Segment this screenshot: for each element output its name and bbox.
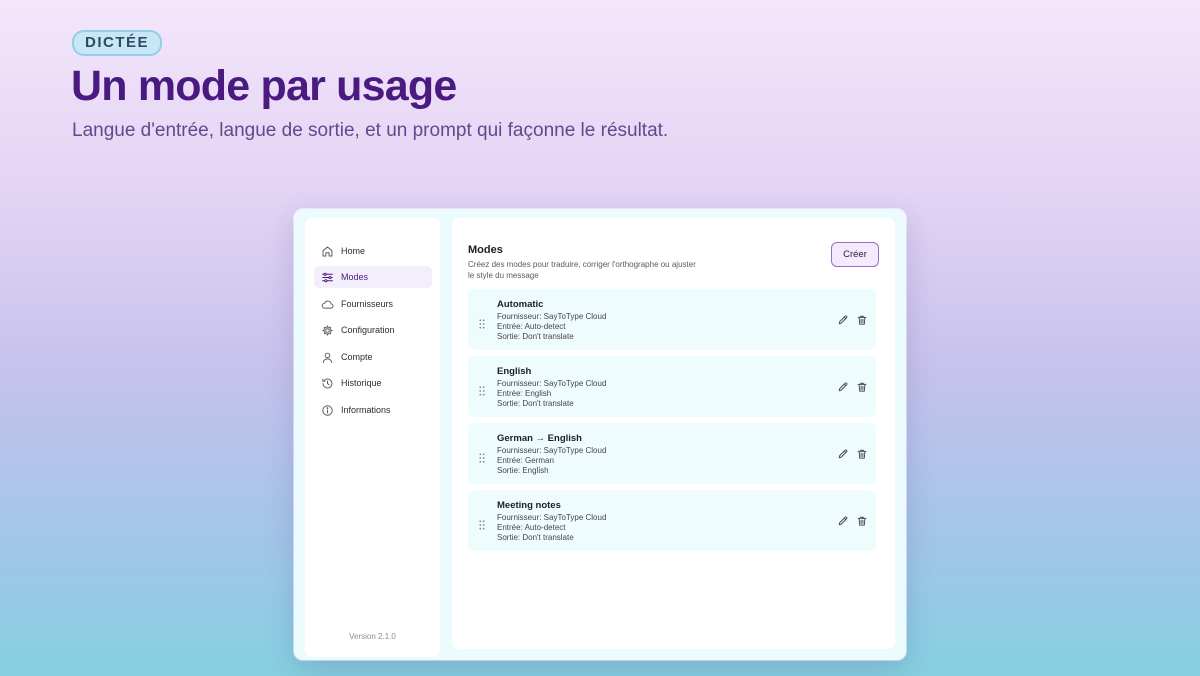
history-icon <box>321 377 334 390</box>
mode-name: Meeting notes <box>497 500 561 511</box>
mode-provider: Fournisseur: SayToType Cloud <box>497 379 607 388</box>
mode-output-language: Sortie: Don't translate <box>497 332 574 341</box>
mode-input-language: Entrée: Auto-detect <box>497 523 566 532</box>
home-icon <box>321 245 334 258</box>
sidebar-item-informations[interactable]: Informations <box>314 399 432 421</box>
info-icon <box>321 404 334 417</box>
mode-input-language: Entrée: English <box>497 389 552 398</box>
mode-card[interactable]: Meeting notes Fournisseur: SayToType Clo… <box>468 490 876 551</box>
sidebar-item-fournisseurs[interactable]: Fournisseurs <box>314 293 432 315</box>
sidebar-item-label: Fournisseurs <box>341 299 394 309</box>
edit-pencil-icon[interactable] <box>837 515 849 527</box>
app-window: Home Modes Fournisseurs Configuration Co <box>294 209 906 660</box>
sidebar-item-label: Configuration <box>341 325 395 335</box>
sidebar-item-label: Modes <box>341 272 369 282</box>
mode-provider: Fournisseur: SayToType Cloud <box>497 446 607 455</box>
edit-pencil-icon[interactable] <box>837 448 849 460</box>
mode-name: Automatic <box>497 299 544 310</box>
sidebar-item-modes[interactable]: Modes <box>314 266 432 288</box>
version-label: Version 2.1.0 <box>349 632 396 641</box>
user-icon <box>321 351 334 364</box>
edit-pencil-icon[interactable] <box>837 314 849 326</box>
mode-card[interactable]: Automatic Fournisseur: SayToType Cloud E… <box>468 289 876 350</box>
create-mode-button[interactable]: Créer <box>831 242 879 267</box>
delete-trash-icon[interactable] <box>856 381 868 393</box>
mode-name: German → English <box>497 433 582 444</box>
sidebar-item-label: Historique <box>341 378 382 388</box>
sidebar: Home Modes Fournisseurs Configuration Co <box>305 218 440 657</box>
gear-icon <box>321 324 334 337</box>
mode-output-language: Sortie: Don't translate <box>497 399 574 408</box>
mode-card[interactable]: German → English Fournisseur: SayToType … <box>468 423 876 484</box>
sliders-icon <box>321 271 334 284</box>
modes-panel: Modes Créez des modes pour traduire, cor… <box>452 218 895 649</box>
page-title: Modes <box>468 244 503 256</box>
edit-pencil-icon[interactable] <box>837 381 849 393</box>
mode-output-language: Sortie: Don't translate <box>497 533 574 542</box>
mode-card[interactable]: English Fournisseur: SayToType Cloud Ent… <box>468 356 876 417</box>
drag-handle-icon[interactable] <box>479 450 485 463</box>
page-description: Créez des modes pour traduire, corriger … <box>468 260 696 280</box>
mode-name: English <box>497 366 532 377</box>
section-badge: DICTÉE <box>72 30 163 56</box>
sidebar-item-home[interactable]: Home <box>314 240 432 262</box>
hero-title: Un mode par usage <box>71 62 457 110</box>
cloud-icon <box>321 298 334 311</box>
mode-provider: Fournisseur: SayToType Cloud <box>497 513 607 522</box>
sidebar-item-historique[interactable]: Historique <box>314 372 432 394</box>
delete-trash-icon[interactable] <box>856 448 868 460</box>
mode-input-language: Entrée: German <box>497 456 554 465</box>
delete-trash-icon[interactable] <box>856 515 868 527</box>
delete-trash-icon[interactable] <box>856 314 868 326</box>
hero-subtitle: Langue d'entrée, langue de sortie, et un… <box>72 120 669 141</box>
sidebar-item-label: Home <box>341 246 366 256</box>
drag-handle-icon[interactable] <box>479 383 485 396</box>
sidebar-item-label: Compte <box>341 352 373 362</box>
mode-provider: Fournisseur: SayToType Cloud <box>497 312 607 321</box>
sidebar-item-compte[interactable]: Compte <box>314 346 432 368</box>
mode-output-language: Sortie: English <box>497 466 549 475</box>
mode-input-language: Entrée: Auto-detect <box>497 322 566 331</box>
drag-handle-icon[interactable] <box>479 316 485 329</box>
drag-handle-icon[interactable] <box>479 517 485 530</box>
sidebar-item-label: Informations <box>341 405 391 415</box>
sidebar-item-configuration[interactable]: Configuration <box>314 319 432 341</box>
